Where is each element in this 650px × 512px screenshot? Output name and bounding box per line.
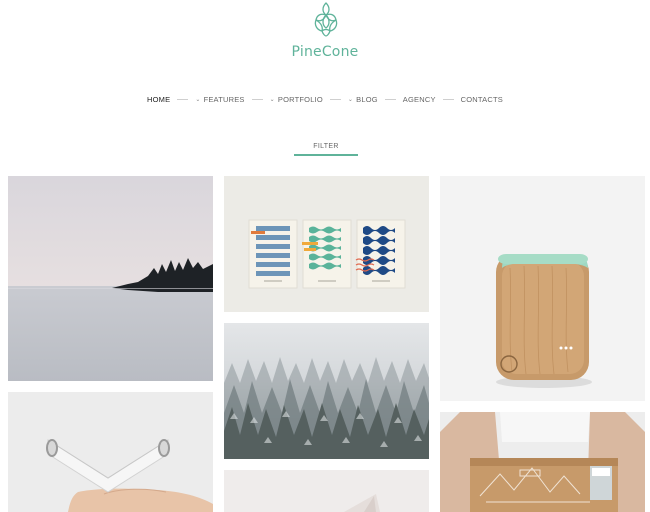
nav-item-portfolio[interactable]: ⌄ PORTFOLIO (270, 95, 323, 104)
portfolio-page: PineCone HOME ⌄ FEATURES ⌄ PORTFOLIO ⌄ B… (0, 0, 650, 512)
nav-item-label: CONTACTS (460, 95, 503, 104)
nav-item-home[interactable]: HOME (147, 95, 170, 104)
nav-item-label: AGENCY (402, 95, 436, 104)
abstract-shape-photo (224, 470, 429, 512)
wooden-powerbank-photo (440, 176, 645, 401)
kraft-box-photo (440, 412, 645, 512)
nav-item-label: BLOG (356, 95, 378, 104)
chevron-down-icon: ⌄ (195, 97, 201, 103)
nav-item-label: PORTFOLIO (277, 95, 323, 104)
brand-name[interactable]: PineCone (0, 44, 650, 60)
filter-toggle[interactable]: FILTER (294, 143, 358, 150)
white-pipe-photo (8, 392, 213, 512)
lake-island-photo (8, 176, 213, 381)
portfolio-item-abstract[interactable] (224, 470, 429, 512)
nav-divider (442, 99, 454, 100)
nav-item-label: HOME (147, 95, 171, 104)
main-nav: HOME ⌄ FEATURES ⌄ PORTFOLIO ⌄ BLOG AGENC… (0, 95, 650, 104)
pinecone-logo-icon[interactable] (309, 0, 343, 40)
portfolio-item-kraft-box[interactable] (440, 412, 645, 512)
nav-divider (384, 99, 396, 100)
nav-divider (329, 99, 341, 100)
nav-divider (251, 99, 263, 100)
nav-item-features[interactable]: ⌄ FEATURES (195, 95, 244, 104)
nav-divider (177, 99, 189, 100)
portfolio-item-lake[interactable] (8, 176, 213, 381)
wave-posters-photo (224, 176, 429, 312)
snowy-forest-photo (224, 323, 429, 459)
nav-item-blog[interactable]: ⌄ BLOG (348, 95, 378, 104)
nav-item-agency[interactable]: AGENCY (403, 95, 436, 104)
chevron-down-icon: ⌄ (347, 97, 354, 103)
chevron-down-icon: ⌄ (269, 97, 275, 103)
portfolio-item-powerbank[interactable] (440, 176, 645, 401)
filter-underline (294, 154, 358, 156)
portfolio-item-wave-posters[interactable] (224, 176, 429, 312)
nav-item-label: FEATURES (203, 95, 245, 104)
portfolio-item-white-pipe[interactable] (8, 392, 213, 512)
portfolio-item-snowy-forest[interactable] (224, 323, 429, 459)
nav-item-contacts[interactable]: CONTACTS (461, 95, 503, 104)
